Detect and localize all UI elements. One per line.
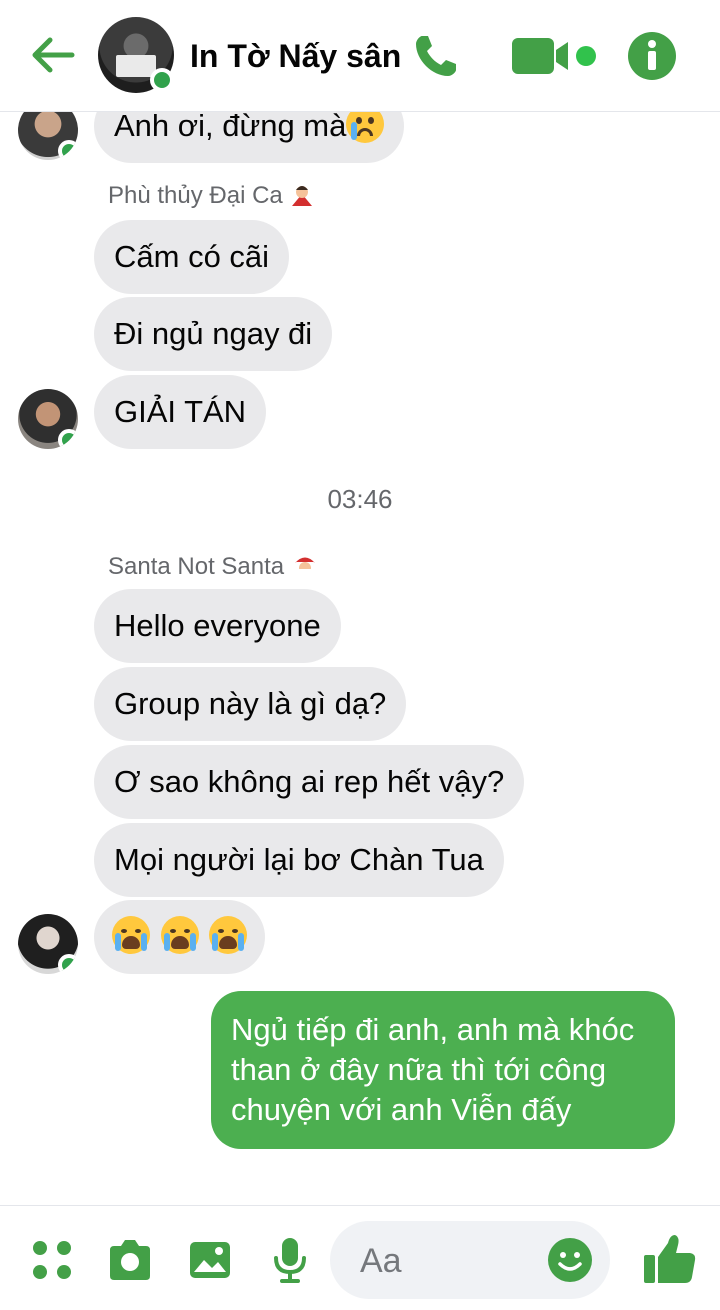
voice-call-button[interactable] xyxy=(410,30,462,82)
incoming-message[interactable]: GIẢI TÁN xyxy=(94,375,267,449)
crying-emoji-icon xyxy=(209,916,248,954)
incoming-emoji-message[interactable] xyxy=(94,900,266,974)
vampire-emoji-icon xyxy=(289,182,315,208)
like-button[interactable] xyxy=(642,1231,698,1287)
conversation-header: In Tờ Nấy sân xyxy=(0,0,720,112)
sender-name: Santa Not Santa xyxy=(108,552,319,581)
message-composer xyxy=(330,1221,610,1299)
crying-emoji-icon xyxy=(160,916,199,954)
message-timestamp: 03:46 xyxy=(327,484,393,514)
outgoing-message[interactable]: Ngủ tiếp đi anh, anh mà khóc than ở đây … xyxy=(211,991,675,1149)
smiley-icon xyxy=(548,1238,592,1282)
phone-icon xyxy=(416,36,456,76)
camera-icon xyxy=(110,1240,150,1280)
more-actions-button[interactable] xyxy=(28,1236,76,1284)
back-button[interactable] xyxy=(28,30,78,80)
crying-emoji-icon xyxy=(112,916,150,954)
gallery-button[interactable] xyxy=(186,1236,234,1284)
microphone-icon xyxy=(274,1238,306,1283)
santa-emoji-icon xyxy=(291,552,319,580)
incoming-message[interactable]: Cấm có cãi xyxy=(94,220,290,294)
incoming-message[interactable]: Group này là gì dạ? xyxy=(94,667,407,741)
incoming-message[interactable]: Đi ngủ ngay đi xyxy=(94,297,333,371)
info-button[interactable] xyxy=(626,30,678,82)
conversation-title[interactable]: In Tờ Nấy sân xyxy=(190,38,401,75)
camera-button[interactable] xyxy=(106,1236,154,1284)
image-icon xyxy=(190,1242,230,1278)
sender-avatar[interactable] xyxy=(18,914,78,974)
menu-dots-icon xyxy=(33,1241,71,1279)
back-arrow-icon xyxy=(32,37,75,73)
info-icon xyxy=(628,32,676,80)
sender-avatar[interactable] xyxy=(18,389,78,449)
emoji-button[interactable] xyxy=(546,1236,594,1284)
incoming-message[interactable]: Mọi người lại bơ Chàn Tua xyxy=(94,823,504,897)
video-camera-icon xyxy=(512,38,596,74)
sender-name: Phù thủy Đại Ca xyxy=(108,182,315,210)
thumbs-up-icon xyxy=(644,1235,696,1283)
online-indicator xyxy=(150,68,174,92)
composer-bar xyxy=(0,1205,720,1310)
voice-message-button[interactable] xyxy=(266,1236,314,1284)
incoming-message[interactable]: Hello everyone xyxy=(94,589,341,663)
incoming-message[interactable]: Ơ sao không ai rep hết vậy? xyxy=(94,745,525,819)
message-input[interactable] xyxy=(360,1241,540,1281)
video-call-button[interactable] xyxy=(508,30,600,82)
